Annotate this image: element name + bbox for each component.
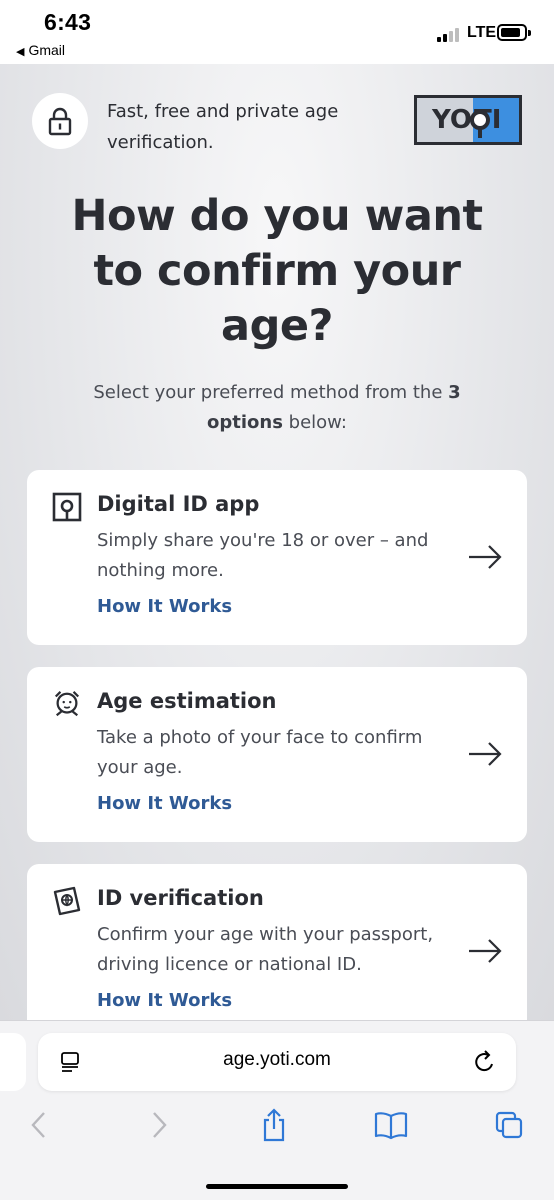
yoti-logo: YO TI — [414, 95, 522, 145]
arrow-right-icon[interactable] — [467, 542, 503, 572]
option-card-digital-id[interactable]: Digital ID app Simply share you're 18 or… — [27, 470, 527, 645]
how-it-works-link[interactable]: How It Works — [97, 990, 232, 1011]
previous-tab-peek[interactable] — [0, 1033, 26, 1091]
option-title: Digital ID app — [97, 492, 260, 516]
logo-left-text: YO — [417, 98, 473, 142]
url-text: age.yoti.com — [223, 1049, 331, 1070]
page-title: How do you want to confirm your age? — [71, 191, 483, 351]
status-time: 6:43 — [44, 9, 92, 35]
option-description: Confirm your age with your passport, dri… — [97, 924, 434, 975]
option-description: Simply share you're 18 or over – and not… — [97, 530, 429, 581]
option-title: Age estimation — [97, 689, 277, 713]
face-scan-icon — [54, 691, 80, 717]
tabs-icon[interactable] — [494, 1110, 524, 1140]
back-icon[interactable] — [24, 1110, 54, 1140]
option-card-age-estimation[interactable]: Age estimation Take a photo of your face… — [27, 667, 527, 842]
back-triangle-icon: ◀ — [16, 46, 25, 58]
digital-id-icon — [52, 492, 82, 522]
subtitle-end: below: — [282, 412, 347, 433]
forward-icon[interactable] — [144, 1110, 174, 1140]
page-subtitle: Select your preferred method from the 3 … — [70, 378, 484, 438]
status-bar: 6:43 ◀ Gmail LTE — [0, 0, 554, 64]
option-description: Take a photo of your face to confirm you… — [97, 727, 423, 778]
back-to-app-link[interactable]: ◀ Gmail — [16, 42, 65, 58]
tagline: Fast, free and private age verification. — [107, 101, 339, 153]
battery-icon — [497, 24, 531, 41]
signal-icon — [437, 26, 463, 42]
passport-icon — [53, 886, 81, 916]
bookmarks-icon[interactable] — [373, 1110, 409, 1140]
subtitle-text: Select your preferred method from the — [93, 382, 449, 403]
option-card-id-verification[interactable]: ID verification Confirm your age with yo… — [27, 864, 527, 1020]
arrow-right-icon[interactable] — [467, 739, 503, 769]
lock-icon — [48, 107, 72, 136]
how-it-works-link[interactable]: How It Works — [97, 793, 232, 814]
back-app-label: Gmail — [28, 42, 66, 58]
home-indicator[interactable] — [206, 1184, 348, 1189]
lock-badge — [32, 93, 88, 149]
browser-address-area: age.yoti.com — [0, 1020, 554, 1098]
network-label: LTE — [467, 24, 497, 41]
option-title: ID verification — [97, 886, 264, 910]
share-icon[interactable] — [259, 1108, 289, 1142]
arrow-right-icon[interactable] — [467, 936, 503, 966]
logo-key-icon — [470, 110, 490, 138]
address-bar[interactable]: age.yoti.com — [38, 1033, 516, 1091]
page-content: Fast, free and private age verification.… — [0, 64, 554, 1020]
how-it-works-link[interactable]: How It Works — [97, 596, 232, 617]
reload-icon[interactable] — [473, 1049, 497, 1075]
